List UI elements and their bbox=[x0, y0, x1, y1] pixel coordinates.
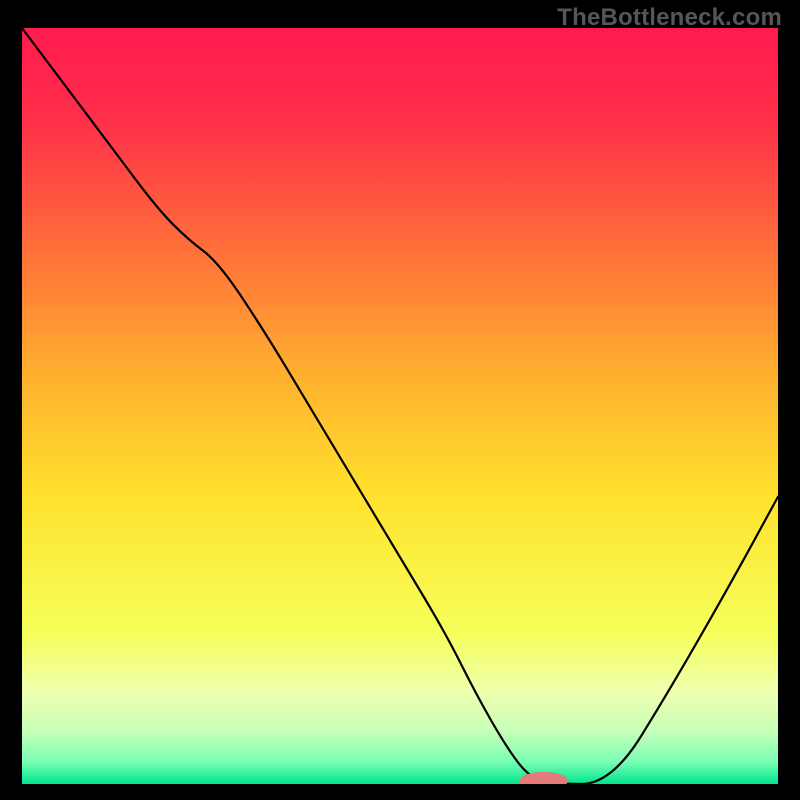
chart-plot bbox=[22, 28, 778, 784]
watermark: TheBottleneck.com bbox=[557, 4, 782, 32]
chart-frame: TheBottleneck.com bbox=[0, 0, 800, 800]
chart-background bbox=[22, 28, 778, 784]
